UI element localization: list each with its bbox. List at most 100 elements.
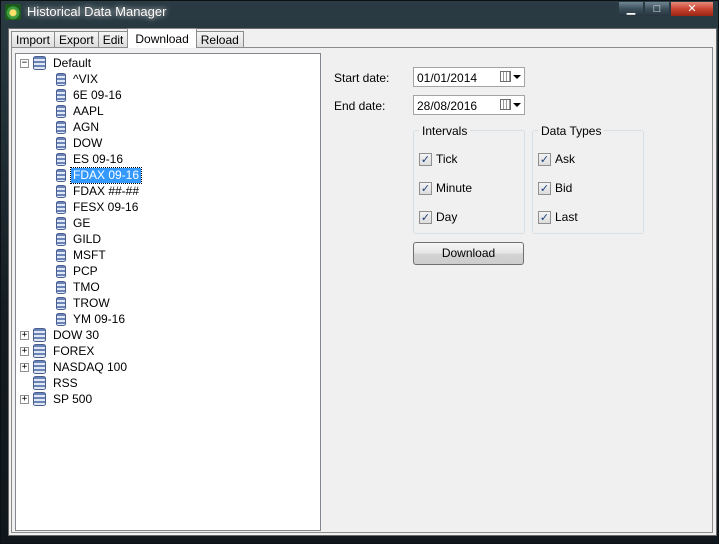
tree-item-label: GILD (73, 231, 102, 246)
maximize-button[interactable]: □ (644, 1, 670, 17)
close-button[interactable]: ✕ (670, 1, 714, 17)
symbol-tree[interactable]: − Default ^VIX 6E 09-16 AAPL AGN DOW ES … (15, 53, 321, 531)
chevron-down-icon[interactable] (513, 103, 521, 107)
tree-item[interactable]: GE (56, 215, 92, 231)
checkbox-label: Last (555, 210, 578, 224)
tree-item[interactable]: DOW (56, 135, 104, 151)
interval-minute[interactable]: ✓ Minute (419, 181, 472, 195)
expand-icon[interactable]: + (20, 346, 29, 356)
tree-item[interactable]: TMO (56, 279, 102, 295)
client-area: Import Export Edit Download Reload − Def… (8, 28, 717, 536)
tab-reload[interactable]: Reload (195, 31, 244, 48)
tree-item-label: FDAX ##-## (73, 183, 140, 198)
tree-item-label: TMO (73, 279, 100, 294)
check-icon[interactable]: ✓ (419, 152, 432, 166)
tree-item[interactable]: MSFT (56, 247, 108, 263)
caption-buttons: ▁ □ ✕ (618, 1, 714, 17)
end-date-label: End date: (334, 99, 386, 113)
interval-tick[interactable]: ✓ Tick (419, 152, 458, 166)
type-ask[interactable]: ✓ Ask (538, 152, 575, 166)
interval-day[interactable]: ✓ Day (419, 210, 457, 224)
tree-item-label: 6E 09-16 (73, 87, 122, 102)
calendar-icon[interactable] (500, 99, 511, 110)
instrument-icon (56, 72, 66, 86)
tree-item-label: DOW (73, 135, 103, 150)
instrument-icon (56, 88, 66, 102)
instrument-icon (56, 248, 66, 262)
tree-item[interactable]: FDAX ##-## (56, 183, 141, 199)
tree-item-label: MSFT (73, 247, 106, 262)
tree-node-rss[interactable]: RSS (33, 375, 80, 391)
tab-edit[interactable]: Edit (97, 31, 129, 48)
database-icon (33, 56, 46, 70)
intervals-group: Intervals ✓ Tick ✓ Minute ✓ Day (413, 124, 525, 234)
tree-item[interactable]: 6E 09-16 (56, 87, 124, 103)
checkbox-label: Day (436, 210, 458, 224)
tree-item[interactable]: GILD (56, 231, 103, 247)
tree-node-default[interactable]: − Default (20, 55, 93, 71)
tree-item[interactable]: PCP (56, 263, 100, 279)
tree-item[interactable]: TROW (56, 295, 112, 311)
window-title: Historical Data Manager (27, 4, 167, 19)
tree-node-label: NASDAQ 100 (53, 359, 128, 374)
tab-download[interactable]: Download (127, 28, 197, 48)
title-bar[interactable]: Historical Data Manager ▁ □ ✕ (1, 1, 718, 23)
checkbox-label: Ask (555, 152, 576, 166)
tree-node-sp500[interactable]: + SP 500 (20, 391, 94, 407)
database-icon (33, 344, 46, 358)
tree-node-nasdaq100[interactable]: + NASDAQ 100 (20, 359, 129, 375)
check-icon[interactable]: ✓ (419, 210, 432, 224)
tree-item-label: ES 09-16 (73, 151, 124, 166)
tree-item-label: YM 09-16 (73, 311, 126, 326)
data-types-group: Data Types ✓ Ask ✓ Bid ✓ Last (532, 124, 644, 234)
tree-item-selected[interactable]: FDAX 09-16 (56, 166, 143, 184)
tree-item[interactable]: ^VIX (56, 71, 100, 87)
tree-node-dow30[interactable]: + DOW 30 (20, 327, 101, 343)
type-bid[interactable]: ✓ Bid (538, 181, 572, 195)
download-panel: − Default ^VIX 6E 09-16 AAPL AGN DOW ES … (11, 47, 713, 533)
expand-icon[interactable]: + (20, 330, 29, 340)
collapse-icon[interactable]: − (20, 58, 29, 68)
tree-item-label: AGN (73, 119, 100, 134)
minimize-button[interactable]: ▁ (618, 1, 644, 17)
expand-icon[interactable]: + (20, 394, 29, 404)
check-icon[interactable]: ✓ (538, 152, 551, 166)
instrument-icon (56, 296, 66, 310)
type-last[interactable]: ✓ Last (538, 210, 578, 224)
tree-node-label: SP 500 (53, 391, 93, 406)
database-icon (33, 360, 46, 374)
tab-export[interactable]: Export (54, 31, 99, 48)
start-date-picker[interactable]: 01/01/2014 (413, 67, 525, 87)
chevron-down-icon[interactable] (513, 75, 521, 79)
tree-item[interactable]: AGN (56, 119, 101, 135)
checkbox-label: Bid (555, 181, 573, 195)
check-icon[interactable]: ✓ (538, 181, 551, 195)
download-button[interactable]: Download (413, 242, 524, 265)
expand-icon[interactable]: + (20, 362, 29, 372)
check-icon[interactable]: ✓ (419, 181, 432, 195)
tree-item-label: GE (73, 215, 91, 230)
tree-item-label: ^VIX (73, 71, 98, 86)
tree-item[interactable]: FESX 09-16 (56, 199, 140, 215)
tree-node-label: RSS (53, 375, 78, 390)
tree-item[interactable]: YM 09-16 (56, 311, 127, 327)
instrument-icon (56, 168, 66, 182)
instrument-icon (56, 232, 66, 246)
instrument-icon (56, 312, 66, 326)
end-date-picker[interactable]: 28/08/2016 (413, 95, 525, 115)
tree-item-label: FESX 09-16 (73, 199, 139, 214)
instrument-icon (56, 280, 66, 294)
tree-item[interactable]: AAPL (56, 103, 106, 119)
tree-node-forex[interactable]: + FOREX (20, 343, 96, 359)
check-icon[interactable]: ✓ (538, 210, 551, 224)
tree-node-label: Default (53, 55, 92, 70)
instrument-icon (56, 200, 66, 214)
calendar-icon[interactable] (500, 71, 511, 82)
instrument-icon (56, 264, 66, 278)
start-date-value: 01/01/2014 (417, 71, 478, 85)
app-window: Historical Data Manager ▁ □ ✕ Import Exp… (0, 0, 719, 544)
database-icon (33, 328, 46, 342)
instrument-icon (56, 184, 66, 198)
tab-import[interactable]: Import (11, 31, 56, 48)
tree-item[interactable]: ES 09-16 (56, 151, 125, 167)
